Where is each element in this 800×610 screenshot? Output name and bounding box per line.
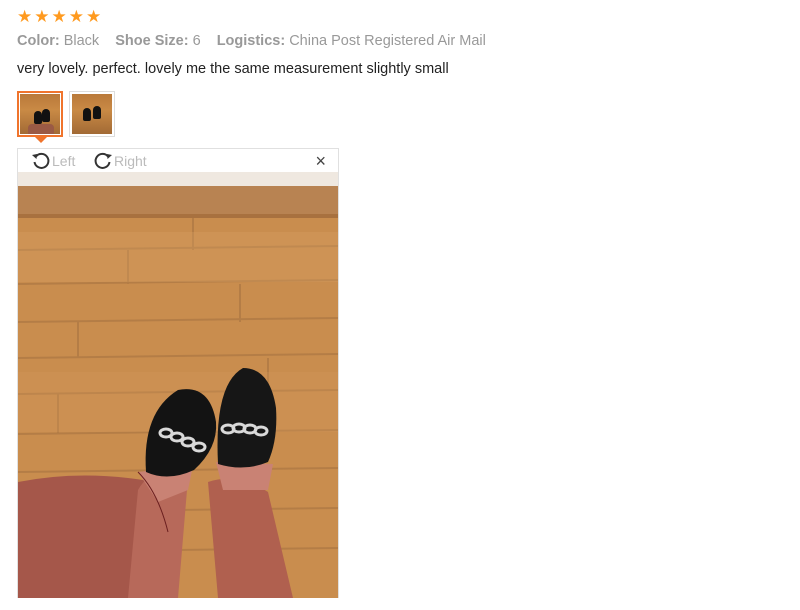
star-icon: ★ (68, 7, 84, 26)
star-icon: ★ (51, 7, 67, 26)
review-thumbnail-1[interactable] (17, 91, 63, 143)
attr-size-value: 6 (192, 33, 201, 49)
attr-size-label: Shoe Size: (115, 33, 189, 49)
rotate-left-button[interactable]: Left (30, 150, 75, 172)
star-rating: ★ ★ ★ ★ ★ (17, 8, 101, 25)
thumbnail-image (72, 94, 112, 134)
review-thumbnails (17, 91, 115, 143)
viewer-toolbar: Left Right × (18, 149, 338, 172)
attr-color-value: Black (63, 33, 100, 49)
image-viewer: Left Right × (17, 148, 339, 598)
thumbnail-image (20, 94, 60, 134)
rotate-right-button[interactable]: Right (92, 150, 147, 172)
review-attributes: Color: Black Shoe Size: 6 Logistics: Chi… (17, 33, 498, 49)
rotate-right-label: Right (114, 153, 147, 169)
star-icon: ★ (17, 7, 33, 26)
rotate-right-icon (94, 152, 112, 169)
review-photo (18, 172, 338, 598)
attr-logistics-label: Logistics: (216, 33, 286, 49)
attr-logistics-value: China Post Registered Air Mail (289, 33, 486, 49)
rotate-left-label: Left (52, 153, 76, 169)
star-icon: ★ (34, 7, 50, 26)
review-text: very lovely. perfect. lovely me the same… (17, 61, 449, 77)
review-thumbnail-2[interactable] (69, 91, 115, 137)
star-icon: ★ (86, 7, 102, 26)
rotate-left-icon (32, 152, 50, 169)
close-button[interactable]: × (315, 150, 326, 172)
attr-color-label: Color: (17, 33, 60, 49)
